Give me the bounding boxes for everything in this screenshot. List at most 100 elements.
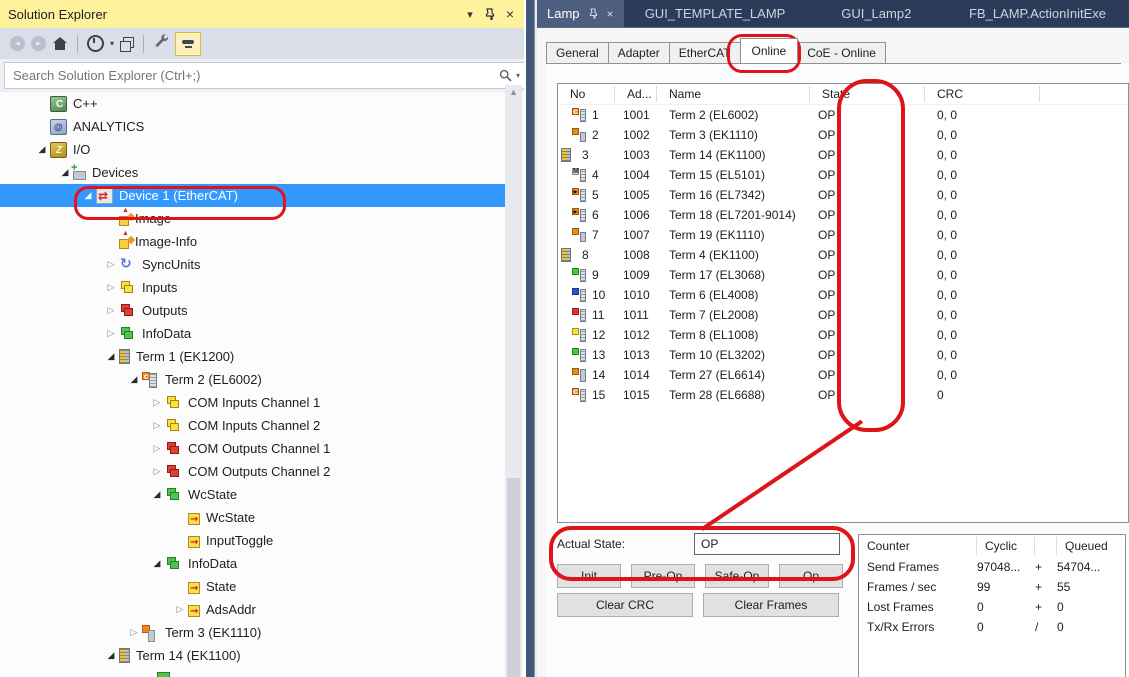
table-row[interactable]: 11 1011 Term 7 (EL2008) OP 0, 0 [558,305,1128,325]
tree-expander[interactable]: ◢ [34,144,50,155]
close-icon[interactable]: × [500,4,520,24]
tree-expander[interactable]: ▷ [149,443,165,454]
table-row[interactable]: 6 1006 Term 18 (EL7201-9014) OP 0, 0 [558,205,1128,225]
tree-item[interactable]: ▷ AdsAddr [0,598,505,621]
table-row[interactable]: 4 1004 Term 15 (EL5101) OP 0, 0 [558,165,1128,185]
tree-item[interactable]: Image-Info [0,230,505,253]
properties-wrench-icon[interactable] [153,33,169,54]
tree-expander[interactable]: ◢ [149,489,165,500]
tree-item[interactable]: C++ [0,92,505,115]
tree-expander[interactable]: ▷ [172,604,188,615]
table-row[interactable]: 2 1002 Term 3 (EK1110) OP 0, 0 [558,125,1128,145]
device-subtab[interactable]: EtherCAT [669,42,741,63]
tree-item[interactable]: State [0,575,505,598]
op-button[interactable]: Op [779,564,843,588]
tree-item[interactable]: ◢ WcState [0,483,505,506]
tree-item[interactable]: ▷ COM Outputs Channel 2 [0,460,505,483]
tree-expander[interactable]: ▷ [149,420,165,431]
panel-separator[interactable] [524,0,537,677]
search-icon[interactable]: ▾ [499,69,520,82]
cell-name: Term 10 (EL3202) [657,348,810,362]
tree-item[interactable]: ▷ COM Inputs Channel 1 [0,391,505,414]
tree-expander[interactable]: ▷ [126,627,142,638]
device-subtab[interactable]: Adapter [608,42,670,63]
actual-state-field[interactable]: OP [694,533,840,555]
table-row[interactable]: 5 1005 Term 16 (EL7342) OP 0, 0 [558,185,1128,205]
col-addr[interactable]: Ad... [615,86,657,102]
clear-crc-button[interactable]: Clear CRC [557,593,693,617]
tree-expander[interactable]: ◢ [126,374,142,385]
tree-item[interactable]: ▷ COM Inputs Channel 2 [0,414,505,437]
tree-item[interactable]: ANALYTICS [0,115,505,138]
history-icon[interactable] [87,35,104,52]
tree-item[interactable]: ◢ I/O [0,138,505,161]
tree-item[interactable]: ▷ Outputs [0,299,505,322]
back-icon[interactable]: ◂ [10,36,25,51]
device-subtab[interactable]: General [546,42,609,63]
tree-expander[interactable]: ▷ [103,328,119,339]
tree-item[interactable]: ◢ InfoData [0,552,505,575]
forward-icon[interactable]: ▸ [31,36,46,51]
device-subtab[interactable]: CoE - Online [797,42,886,63]
tree-item[interactable]: ◢ Devices [0,161,505,184]
dropdown-icon[interactable]: ▾ [110,39,114,48]
preview-selected-toggle-icon[interactable] [175,32,201,56]
tree-expander[interactable]: ▷ [103,282,119,293]
scrollbar-up-icon[interactable]: ▲ [505,87,522,97]
tree-expander[interactable]: ◢ [103,650,119,661]
tree-expander[interactable]: ◢ [80,190,96,201]
tree-item[interactable]: ▷ InfoData [0,322,505,345]
table-row[interactable]: 8 1008 Term 4 (EK1100) OP 0, 0 [558,245,1128,265]
col-crc[interactable]: CRC [925,86,1040,102]
col-no[interactable]: No [558,86,615,102]
table-row[interactable]: 10 1010 Term 6 (EL4008) OP 0, 0 [558,285,1128,305]
pre-op-button[interactable]: Pre-Op [631,564,695,588]
document-tab[interactable]: GUI_TEMPLATE_LAMP [624,0,807,27]
tree-item[interactable]: ◢ Term 14 (EK1100) [0,644,505,667]
tree-item[interactable]: Image [0,207,505,230]
tree-expander[interactable]: ◢ [149,558,165,569]
table-row[interactable]: 14 1014 Term 27 (EL6614) OP 0, 0 [558,365,1128,385]
table-row[interactable]: 3 1003 Term 14 (EK1100) OP 0, 0 [558,145,1128,165]
tree-item[interactable]: ▷ Term 3 (EK1110) [0,621,505,644]
safe-op-button[interactable]: Safe-Op [705,564,769,588]
tree-expander[interactable]: ◢ [103,351,119,362]
tree-item[interactable]: ◢ Term 2 (EL6002) [0,368,505,391]
tree-item[interactable]: ▷ SyncUnits [0,253,505,276]
search-input[interactable] [4,62,545,89]
tree-item[interactable]: ▷ COM Outputs Channel 1 [0,437,505,460]
tree-expander[interactable]: ▷ [103,305,119,316]
tree-scrollbar[interactable]: ▲ [505,85,522,677]
table-row[interactable]: 9 1009 Term 17 (EL3068) OP 0, 0 [558,265,1128,285]
home-icon[interactable] [52,37,68,51]
clear-frames-button[interactable]: Clear Frames [703,593,839,617]
tree-item[interactable]: InputToggle [0,529,505,552]
table-row[interactable]: 15 1015 Term 28 (EL6688) OP 0 [558,385,1128,405]
table-row[interactable]: 12 1012 Term 8 (EL1008) OP 0, 0 [558,325,1128,345]
col-name[interactable]: Name [657,86,810,102]
tree-item[interactable]: WcState [0,506,505,529]
terminal-icon [572,188,587,203]
table-row[interactable]: 13 1013 Term 10 (EL3202) OP 0, 0 [558,345,1128,365]
device-subtab[interactable]: Online [740,38,799,63]
table-row[interactable]: 7 1007 Term 19 (EK1110) OP 0, 0 [558,225,1128,245]
collapse-all-icon[interactable] [120,37,134,51]
table-row[interactable]: 1 1001 Term 2 (EL6002) OP 0, 0 [558,105,1128,125]
tree-item[interactable]: ▷ Inputs [0,276,505,299]
pin-icon[interactable] [480,4,500,24]
init-button[interactable]: Init [557,564,621,588]
tree-item[interactable]: ◢ Device 1 (EtherCAT) [0,184,505,207]
tree-expander[interactable]: ▷ [149,466,165,477]
tree-item[interactable]: ◢ Term 1 (EK1200) [0,345,505,368]
close-icon[interactable]: × [607,7,614,21]
col-state[interactable]: State [810,86,925,102]
tree-expander[interactable]: ▷ [103,259,119,270]
window-position-dropdown-icon[interactable]: ▾ [460,4,480,24]
document-tab[interactable]: GUI_Lamp2 [806,0,946,27]
cell-no: 1 [592,108,599,122]
document-tab[interactable]: Lamp × [537,0,624,27]
document-tab[interactable]: FB_LAMP.ActionInitExe [946,0,1129,27]
tree-expander[interactable]: ▷ [149,397,165,408]
scrollbar-thumb[interactable] [507,478,520,677]
terminal-icon [572,108,587,123]
